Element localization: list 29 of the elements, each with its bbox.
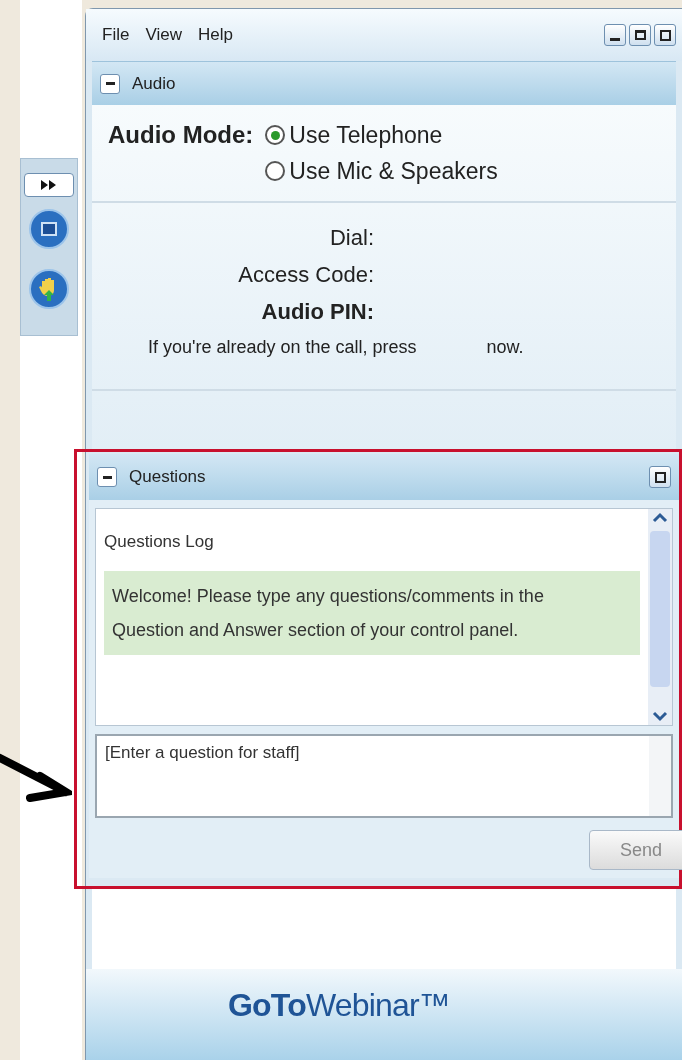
maximize-button[interactable] xyxy=(629,24,651,46)
call-instruction-end: now. xyxy=(486,336,524,359)
log-title: Questions Log xyxy=(104,531,215,553)
brand-logo: GoToWebinar™ xyxy=(227,986,451,1025)
scroll-thumb[interactable] xyxy=(650,531,670,687)
raise-hand-button[interactable] xyxy=(29,269,69,309)
menu-item[interactable]: File xyxy=(102,22,130,48)
welcome-message: Welcome! Please type any questions/comments in the Question and Answer section of your control panel. xyxy=(104,570,640,655)
field-label: Audio PIN: xyxy=(260,298,374,326)
call-instruction: If you're already on the call, press xyxy=(148,336,417,359)
expand-button[interactable] xyxy=(24,173,74,197)
restore-button[interactable] xyxy=(654,24,676,46)
minimize-button[interactable] xyxy=(604,24,626,46)
restore-button[interactable] xyxy=(649,466,671,488)
menu-item[interactable]: Help xyxy=(197,22,233,48)
field-label: Dial: xyxy=(329,224,374,252)
section-title: Audio xyxy=(132,72,176,95)
menu-item[interactable]: View xyxy=(145,22,182,48)
collapse-button[interactable] xyxy=(97,467,117,487)
audio-mode-label: Audio Mode: xyxy=(108,120,254,150)
pointer-arrow xyxy=(0,752,72,802)
radio-option[interactable]: Use Mic & Speakers xyxy=(265,153,498,189)
screen-button[interactable] xyxy=(29,209,69,249)
field-label: Access Code: xyxy=(237,261,374,289)
question-input[interactable]: [Enter a question for staff] xyxy=(95,734,673,818)
collapse-button[interactable] xyxy=(100,73,120,94)
radio-option[interactable]: Use Telephone xyxy=(265,117,498,153)
section-title: Questions xyxy=(129,466,206,489)
double-arrow-icon xyxy=(40,179,58,191)
